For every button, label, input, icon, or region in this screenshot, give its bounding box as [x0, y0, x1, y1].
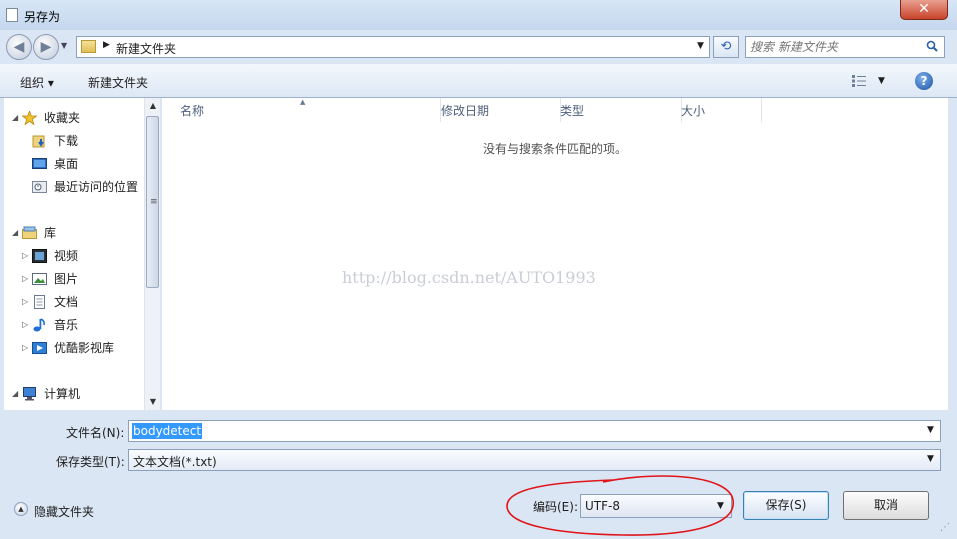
star-icon: [22, 111, 37, 125]
hide-folders-button[interactable]: 隐藏文件夹: [34, 503, 94, 520]
nav-item-libraries[interactable]: ◢ 库: [4, 223, 144, 243]
watermark-text: http://blog.csdn.net/AUTO1993: [342, 268, 596, 287]
title-bar: 另存为 ✕: [0, 0, 957, 30]
expand-icon[interactable]: ▷: [22, 292, 28, 312]
expand-icon[interactable]: ▷: [22, 338, 28, 358]
filename-label: 文件名(N):: [66, 426, 125, 440]
nav-item-label: 计算机: [44, 387, 81, 401]
arrow-left-icon: ◀: [13, 39, 25, 55]
collapse-icon[interactable]: ◢: [12, 384, 18, 404]
sort-ascending-icon: ▲: [300, 98, 306, 106]
chevron-down-icon[interactable]: ▼: [697, 41, 704, 51]
chevron-up-icon[interactable]: ▲: [14, 502, 28, 516]
computer-icon: [23, 387, 36, 401]
nav-item-label: 最近访问的位置: [54, 180, 139, 194]
chevron-down-icon[interactable]: ▼: [878, 76, 885, 86]
nav-item-music[interactable]: ▷ 音乐: [4, 315, 144, 335]
forward-button[interactable]: ▶: [33, 34, 59, 60]
breadcrumb-current-folder[interactable]: 新建文件夹: [116, 40, 176, 57]
nav-item-label: 收藏夹: [44, 111, 81, 125]
hand-drawn-annotation-circle: [506, 475, 734, 536]
scrollbar-thumb[interactable]: ≡: [146, 116, 159, 288]
search-input[interactable]: [750, 39, 920, 55]
nav-item-label: 音乐: [54, 318, 79, 332]
nav-item-label: 图片: [54, 272, 79, 286]
file-list[interactable]: 名称 ▲ 修改日期 类型 大小 没有与搜索条件匹配的项。 http://blog…: [162, 98, 948, 410]
nav-item-youku-library[interactable]: ▷ 优酷影视库: [4, 338, 144, 358]
nav-item-downloads[interactable]: 下载: [4, 131, 144, 151]
grip-icon: ≡: [150, 197, 158, 207]
search-icon[interactable]: [926, 40, 938, 52]
chevron-down-icon[interactable]: ▼: [927, 425, 934, 435]
nav-item-label: 桌面: [54, 157, 79, 171]
breadcrumb-separator-icon[interactable]: ▶: [103, 40, 110, 50]
window-title: 另存为: [24, 10, 61, 24]
nav-item-favorites[interactable]: ◢ 收藏夹: [4, 108, 144, 128]
filetype-value: 文本文档(*.txt): [133, 455, 217, 469]
pictures-icon: [32, 273, 47, 285]
recent-places-icon: [32, 181, 47, 193]
column-header-type[interactable]: 类型: [554, 98, 682, 122]
save-dialog-icon: [6, 8, 18, 22]
recent-locations-dropdown[interactable]: ▼: [61, 41, 67, 50]
expand-icon[interactable]: ▷: [22, 269, 28, 289]
navigation-scrollbar[interactable]: ▲ ≡ ▼: [144, 98, 160, 410]
resize-grip-icon[interactable]: ⋰: [940, 522, 950, 533]
chevron-down-icon[interactable]: ▼: [927, 454, 934, 464]
empty-folder-message: 没有与搜索条件匹配的项。: [483, 142, 628, 156]
scroll-up-icon[interactable]: ▲: [145, 98, 161, 114]
collapse-icon[interactable]: ◢: [12, 223, 18, 243]
nav-item-label: 优酷影视库: [54, 341, 115, 355]
nav-item-videos[interactable]: ▷ 视频: [4, 246, 144, 266]
folder-icon: [81, 40, 96, 53]
video-icon: [32, 249, 47, 263]
nav-item-label: 文档: [54, 295, 79, 309]
address-bar[interactable]: ▶ 新建文件夹 ▼: [76, 36, 710, 58]
nav-item-desktop[interactable]: 桌面: [4, 154, 144, 174]
arrow-right-icon: ▶: [40, 39, 52, 55]
documents-icon: [34, 295, 45, 309]
nav-item-recent-places[interactable]: 最近访问的位置: [4, 177, 144, 197]
help-button[interactable]: ?: [915, 72, 933, 90]
expand-icon[interactable]: ▷: [22, 246, 28, 266]
filename-selected-text[interactable]: bodydetect: [132, 423, 203, 439]
close-button[interactable]: ✕: [900, 0, 948, 20]
save-button[interactable]: 保存(S): [743, 491, 829, 520]
navigation-pane: ◢ 收藏夹 下载 桌面 最近访问的位置 ◢ 库 ▷ 视频 ▷ 图片 ▷ 文档 ▷…: [4, 98, 160, 410]
libraries-icon: [22, 226, 37, 239]
nav-item-documents[interactable]: ▷ 文档: [4, 292, 144, 312]
column-header-date-modified[interactable]: 修改日期: [435, 98, 561, 122]
music-icon: [33, 318, 45, 332]
organize-button[interactable]: 组织 ▾: [20, 74, 54, 91]
filetype-label: 保存类型(T):: [56, 455, 125, 469]
refresh-icon: ⟲: [720, 39, 732, 54]
search-box[interactable]: [745, 36, 945, 58]
filetype-select[interactable]: 文本文档(*.txt) ▼: [128, 449, 941, 471]
youku-library-icon: [32, 342, 47, 354]
column-header-name[interactable]: 名称: [174, 98, 441, 122]
scroll-down-icon[interactable]: ▼: [145, 394, 161, 410]
refresh-button[interactable]: ⟲: [713, 36, 739, 58]
new-folder-button[interactable]: 新建文件夹: [88, 74, 148, 91]
nav-item-label: 视频: [54, 249, 79, 263]
back-button[interactable]: ◀: [6, 34, 32, 60]
filename-field[interactable]: bodydetect ▼: [128, 420, 941, 442]
nav-item-label: 库: [44, 226, 57, 240]
cancel-button[interactable]: 取消: [843, 491, 929, 520]
nav-item-label: 下载: [54, 134, 79, 148]
column-header-size[interactable]: 大小: [675, 98, 762, 122]
desktop-icon: [32, 158, 47, 169]
command-toolbar: 组织 ▾ 新建文件夹 ▼ ?: [0, 64, 957, 98]
nav-item-computer[interactable]: ◢ 计算机: [4, 384, 144, 404]
collapse-icon[interactable]: ◢: [12, 108, 18, 128]
nav-item-pictures[interactable]: ▷ 图片: [4, 269, 144, 289]
downloads-icon: [32, 135, 45, 148]
expand-icon[interactable]: ▷: [22, 315, 28, 335]
view-options-icon[interactable]: [852, 75, 866, 87]
